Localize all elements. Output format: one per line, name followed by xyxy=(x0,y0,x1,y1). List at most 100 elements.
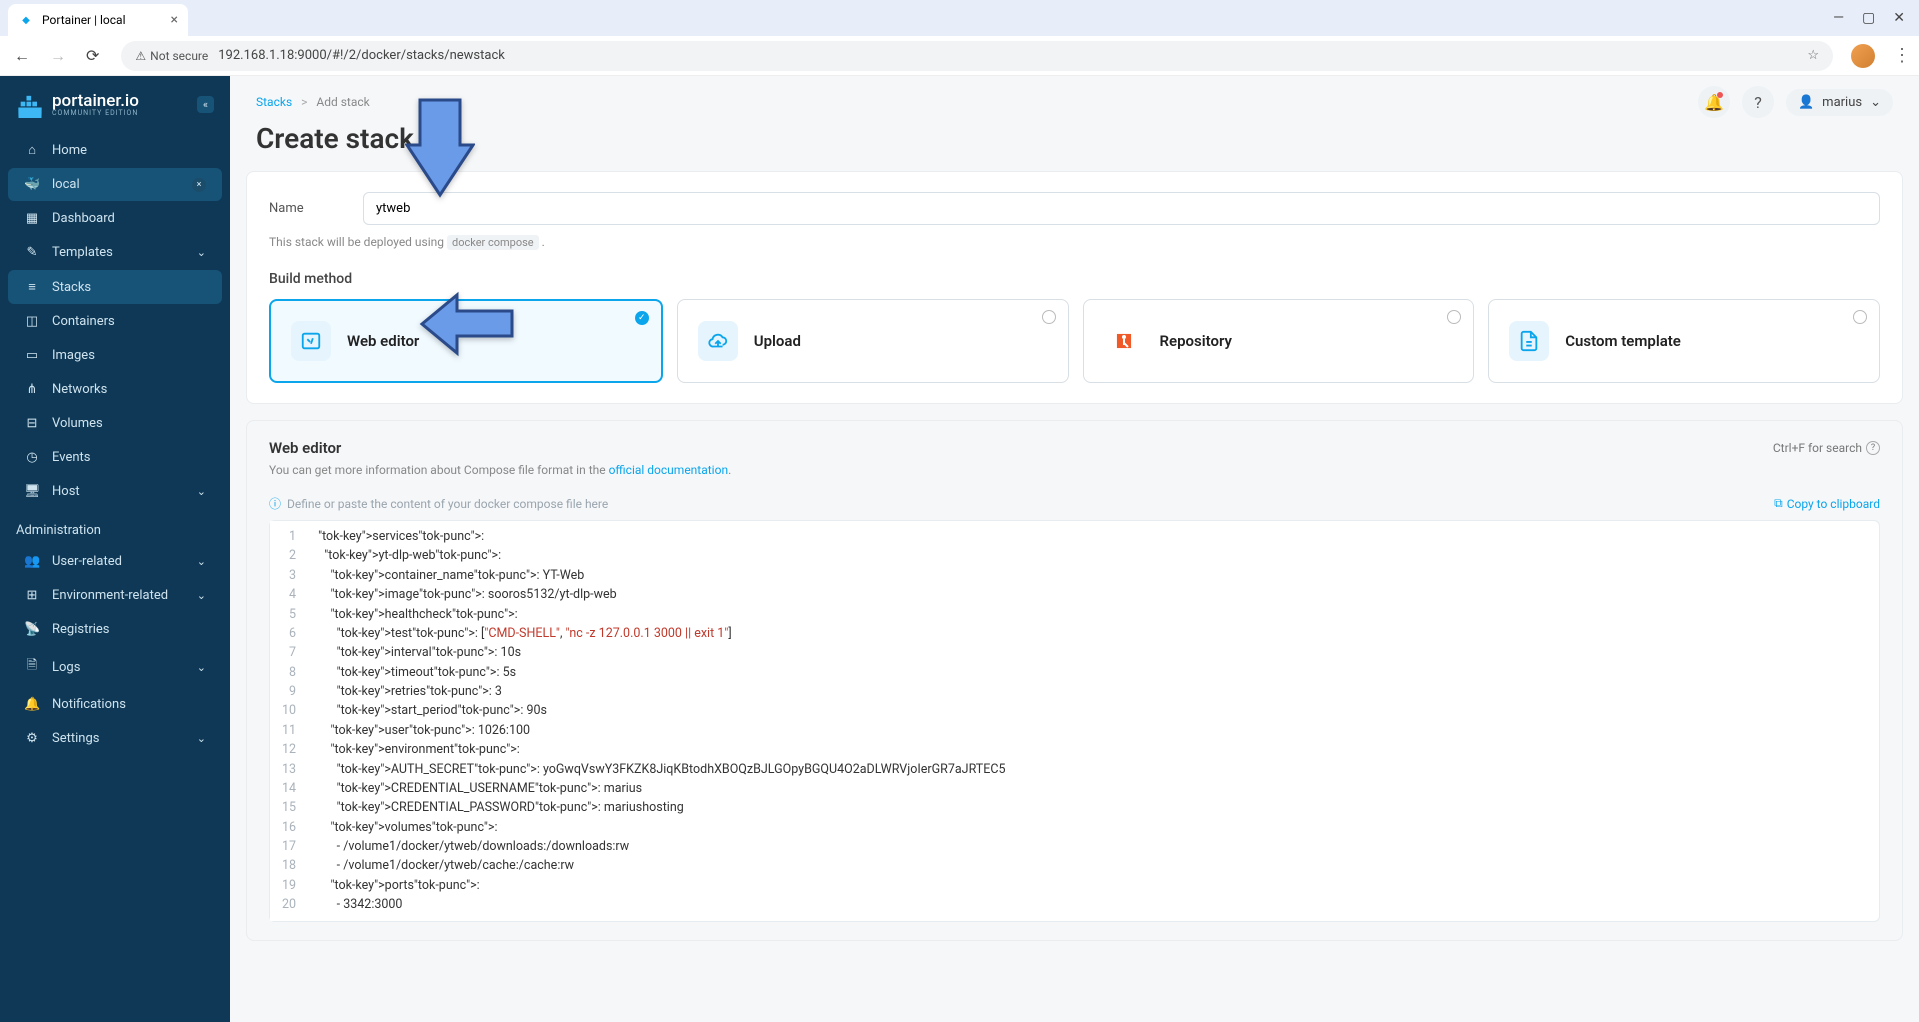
breadcrumb: Stacks > Add stack xyxy=(256,95,370,109)
sidebar-item-label: Settings xyxy=(52,731,99,746)
annotation-arrow-name xyxy=(405,95,475,209)
sidebar-item-label: Registries xyxy=(52,622,110,637)
method-repository[interactable]: Repository xyxy=(1083,299,1475,383)
maximize-icon[interactable]: ▢ xyxy=(1862,10,1875,26)
sidebar-item-settings[interactable]: ⚙ Settings ⌄ xyxy=(8,722,222,755)
sidebar-item-label: Images xyxy=(52,348,95,363)
method-custom-template[interactable]: Custom template xyxy=(1488,299,1880,383)
sidebar-icon: ◫ xyxy=(24,314,40,329)
chevron-down-icon: ⌄ xyxy=(197,732,206,745)
breadcrumb-root[interactable]: Stacks xyxy=(256,95,292,109)
sidebar-icon: 📡 xyxy=(24,622,40,637)
page-title: Create stack ⟳ xyxy=(230,118,1919,171)
copy-to-clipboard-button[interactable]: ⧉ Copy to clipboard xyxy=(1774,496,1880,511)
sidebar-item-label: Stacks xyxy=(52,280,91,295)
method-label: Repository xyxy=(1160,332,1232,350)
sidebar-item-local[interactable]: 🐳local× xyxy=(8,168,222,201)
sidebar-item-label: Logs xyxy=(52,660,80,675)
forward-icon[interactable]: → xyxy=(46,42,70,70)
sidebar-item-volumes[interactable]: ⊟ Volumes xyxy=(8,407,222,440)
minimize-icon[interactable]: — xyxy=(1833,10,1844,26)
method-label: Upload xyxy=(754,332,801,350)
sidebar-item-label: User-related xyxy=(52,554,122,569)
sidebar-collapse-icon[interactable]: « xyxy=(197,96,214,113)
method-upload[interactable]: Upload xyxy=(677,299,1069,383)
sidebar-icon: ✎ xyxy=(24,245,40,260)
sidebar-icon: ▭ xyxy=(24,348,40,363)
address-bar[interactable]: ⚠ Not secure 192.168.1.18:9000/#!/2/dock… xyxy=(121,41,1833,71)
method-label: Custom template xyxy=(1565,332,1681,350)
url-text: 192.168.1.18:9000/#!/2/docker/stacks/new… xyxy=(218,48,505,63)
sidebar-item-notifications[interactable]: 🔔Notifications xyxy=(8,688,222,721)
docs-link[interactable]: official documentation xyxy=(609,463,729,477)
window-controls: — ▢ ✕ xyxy=(1819,10,1919,26)
sidebar: portainer.io COMMUNITY EDITION « ⌂Home🐳l… xyxy=(0,76,230,1022)
method-icon xyxy=(1104,321,1144,361)
editor-description: You can get more information about Compo… xyxy=(269,463,1880,477)
sidebar-icon: ⊞ xyxy=(24,588,40,603)
sidebar-item-label: Templates xyxy=(52,245,113,260)
sidebar-item-containers[interactable]: ◫Containers xyxy=(8,305,222,338)
sidebar-item-home[interactable]: ⌂Home xyxy=(8,133,222,167)
security-badge[interactable]: ⚠ Not secure xyxy=(135,49,208,63)
sidebar-item-host[interactable]: 🖥Host⌄ xyxy=(8,475,222,508)
tab-title: Portainer | local xyxy=(42,13,126,27)
sidebar-item-logs[interactable]: 🗎Logs⌄ xyxy=(8,647,222,687)
sidebar-icon: 🖥 xyxy=(24,484,40,499)
sidebar-icon: 🗎 xyxy=(24,656,40,678)
notifications-icon[interactable]: 🔔 xyxy=(1698,86,1730,118)
copy-icon: ⧉ xyxy=(1774,496,1783,511)
editor-title: Web editor xyxy=(269,439,341,457)
sidebar-item-networks[interactable]: ⋔Networks xyxy=(8,373,222,406)
method-radio xyxy=(1853,310,1867,324)
browser-menu-icon[interactable]: ⋮ xyxy=(1893,45,1909,66)
user-icon: 👤 xyxy=(1798,95,1814,110)
build-method-title: Build method xyxy=(269,271,1880,287)
browser-toolbar: ← → ⟳ ⚠ Not secure 192.168.1.18:9000/#!/… xyxy=(0,36,1919,76)
sidebar-icon: ⌂ xyxy=(24,142,40,158)
sidebar-icon: ⊟ xyxy=(24,416,40,431)
help-icon[interactable]: ? xyxy=(1742,86,1774,118)
breadcrumb-current: Add stack xyxy=(316,95,369,109)
web-editor-panel: Web editor Ctrl+F for search ? You can g… xyxy=(246,420,1903,941)
chevron-down-icon: ⌄ xyxy=(197,485,206,498)
chevron-down-icon: ⌄ xyxy=(197,246,206,259)
profile-avatar[interactable] xyxy=(1851,44,1875,68)
editor-search-hint: Ctrl+F for search ? xyxy=(1773,441,1880,455)
annotation-arrow-web-editor xyxy=(417,291,517,365)
reload-icon[interactable]: ⟳ xyxy=(82,42,103,69)
code-editor[interactable]: 1234567891011121314151617181920 "tok-key… xyxy=(269,520,1880,922)
sidebar-item-user-related[interactable]: 👥User-related⌄ xyxy=(8,545,222,578)
user-menu[interactable]: 👤 marius ⌄ xyxy=(1786,89,1893,116)
back-icon[interactable]: ← xyxy=(10,42,34,70)
sidebar-icon: 👥 xyxy=(24,554,40,569)
sidebar-item-stacks[interactable]: ≡Stacks xyxy=(8,270,222,304)
sidebar-item-environment-related[interactable]: ⊞Environment-related⌄ xyxy=(8,579,222,612)
sidebar-item-label: local xyxy=(52,177,80,192)
browser-tab[interactable]: ◆ Portainer | local × xyxy=(8,4,188,36)
tab-close-icon[interactable]: × xyxy=(171,12,178,28)
main-content: Stacks > Add stack 🔔 ? 👤 marius ⌄ Create… xyxy=(230,76,1919,1022)
sidebar-icon: ⚙ xyxy=(24,731,40,746)
sidebar-item-label: Networks xyxy=(52,382,107,397)
logo-subtitle: COMMUNITY EDITION xyxy=(52,109,139,117)
sidebar-item-label: Events xyxy=(52,450,90,465)
help-circle-icon[interactable]: ? xyxy=(1866,441,1880,455)
close-icon[interactable]: ✕ xyxy=(1893,10,1905,26)
sidebar-item-images[interactable]: ▭ Images xyxy=(8,339,222,372)
env-close-icon[interactable]: × xyxy=(192,178,206,192)
method-radio xyxy=(635,311,649,325)
sidebar-item-dashboard[interactable]: ▦Dashboard xyxy=(8,202,222,235)
sidebar-item-label: Volumes xyxy=(52,416,103,431)
stack-name-input[interactable] xyxy=(363,192,1880,225)
sidebar-item-templates[interactable]: ✎ Templates ⌄ xyxy=(8,236,222,269)
sidebar-item-events[interactable]: ◷Events xyxy=(8,441,222,474)
name-label: Name xyxy=(269,201,339,216)
method-radio xyxy=(1042,310,1056,324)
method-icon xyxy=(1509,321,1549,361)
sidebar-item-label: Environment-related xyxy=(52,588,168,603)
deploy-hint: This stack will be deployed using docker… xyxy=(269,235,1880,249)
bookmark-star-icon[interactable]: ☆ xyxy=(1807,48,1819,63)
sidebar-section-admin: Administration xyxy=(0,509,230,544)
sidebar-item-registries[interactable]: 📡 Registries xyxy=(8,613,222,646)
